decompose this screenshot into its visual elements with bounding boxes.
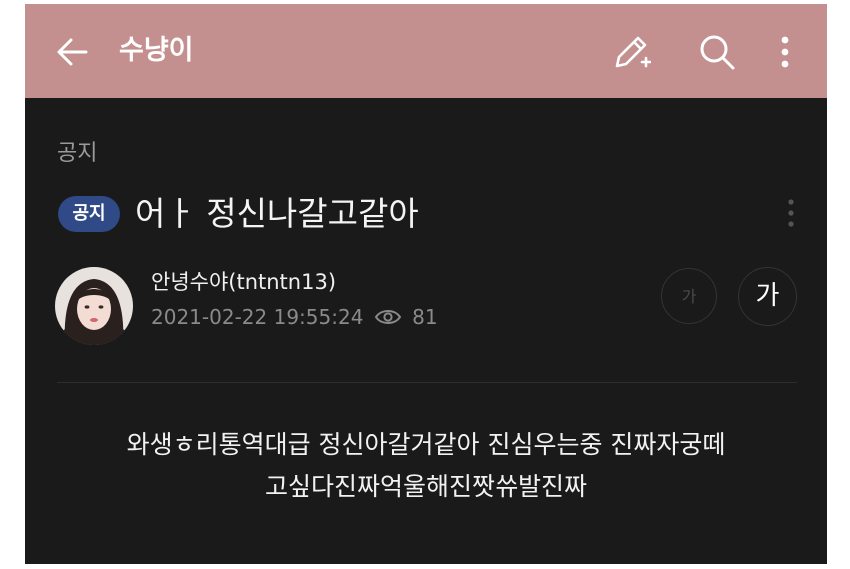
arrow-left-icon[interactable]	[55, 35, 89, 69]
more-vertical-icon[interactable]	[773, 32, 797, 72]
notice-badge: 공지	[58, 196, 120, 232]
post-screen: 수냥이 공지 공지 어ㅏ 정신나갈고같아 안녕수야(tntntn13) 2021…	[25, 4, 827, 564]
view-count: 81	[412, 305, 438, 329]
post-title: 어ㅏ 정신나갈고같아	[135, 194, 419, 233]
board-title: 수냥이	[119, 35, 194, 66]
post-more-icon[interactable]	[785, 196, 797, 230]
app-bar: 수냥이	[25, 4, 827, 98]
eye-icon	[374, 310, 401, 324]
avatar[interactable]	[55, 267, 133, 345]
author-name[interactable]: 안녕수야(tntntn13)	[151, 267, 336, 297]
post-body: 와생ㅎ리통역대급 정신아갈거같아 진심우는중 진짜자궁떼 고싶다진짜억울해진짯쓔…	[65, 424, 787, 508]
post-body-line: 고싶다진짜억울해진짯쓔발진짜	[264, 472, 587, 501]
post-body-line: 와생ㅎ리통역대급 정신아갈거같아 진심우는중 진짜자궁떼	[126, 430, 726, 459]
avatar-image	[55, 267, 133, 345]
post-datetime: 2021-02-22 19:55:24	[151, 305, 364, 329]
font-size-decrease-button[interactable]: 가	[661, 268, 717, 324]
font-size-increase-button[interactable]: 가	[738, 267, 797, 326]
search-icon[interactable]	[697, 32, 737, 72]
pencil-plus-icon[interactable]	[611, 32, 651, 72]
post-meta: 2021-02-22 19:55:24 81	[151, 302, 438, 332]
divider	[57, 382, 797, 383]
post-category[interactable]: 공지	[57, 138, 97, 170]
